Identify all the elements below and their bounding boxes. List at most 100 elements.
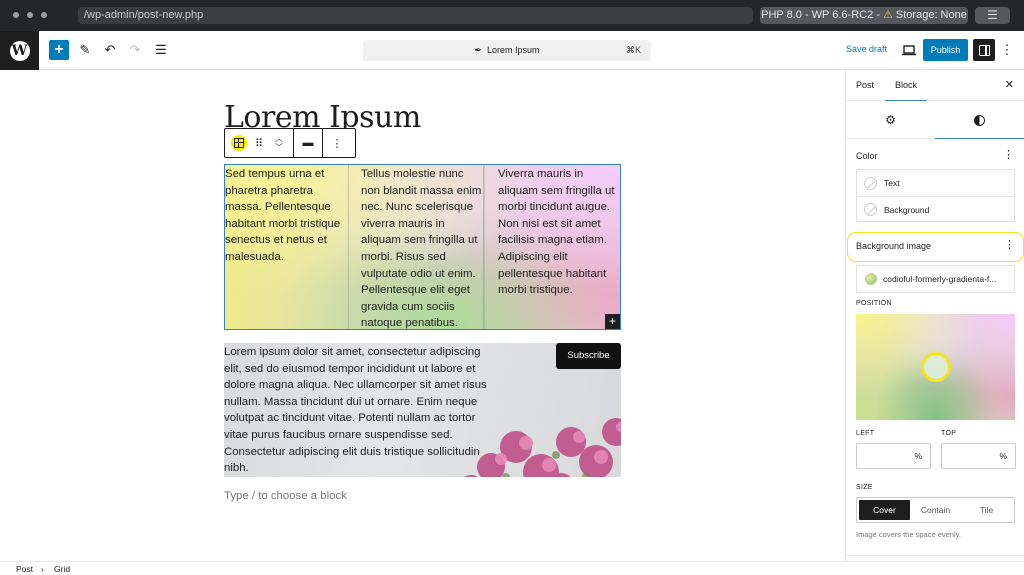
close-icon: ✕ xyxy=(1004,79,1014,91)
left-label: LEFT xyxy=(856,430,875,437)
color-panel-title: Color xyxy=(856,151,878,161)
publish-button[interactable]: Publish xyxy=(923,39,968,61)
tab-post[interactable]: Post xyxy=(856,70,874,101)
document-title: Lorem Ipsum xyxy=(487,45,540,55)
more-vertical-icon: ⋮ xyxy=(1003,149,1014,161)
environment-badge[interactable]: PHP 8.0 - WP 6.6-RC2 - ⚠ Storage: None xyxy=(760,7,968,24)
focal-point-picker[interactable] xyxy=(856,314,1015,420)
chevron-up-icon[interactable]: ︿ xyxy=(275,134,283,143)
size-help-text: Image covers the space evenly. xyxy=(856,530,961,539)
color-item-text[interactable]: Text xyxy=(857,170,1014,196)
breadcrumb-grid[interactable]: Grid xyxy=(54,564,70,574)
align-button[interactable]: ▬ xyxy=(298,131,318,155)
top-position-input[interactable]: % xyxy=(941,443,1016,469)
left-position-input[interactable]: % xyxy=(856,443,931,469)
editor-canvas: Lorem Ipsum ⠿ ︿ ﹀ ▬ ⋮ Sed tempus urna et… xyxy=(0,70,845,561)
undo-icon: ↶ xyxy=(104,42,116,57)
block-type-button[interactable] xyxy=(229,131,249,155)
more-vertical-icon: ⋮ xyxy=(1000,42,1014,57)
position-label: POSITION xyxy=(856,300,892,307)
sidebar-tabs: Post Block ✕ xyxy=(846,70,1024,101)
redo-button[interactable]: ↷ xyxy=(125,40,145,60)
size-option-cover[interactable]: Cover xyxy=(859,500,910,520)
block-mover[interactable]: ︿ ﹀ xyxy=(269,131,289,155)
chevron-right-icon: › xyxy=(41,564,44,574)
image-filename: codioful-formerly-gradienta-f... xyxy=(883,274,997,284)
background-image-file-button[interactable]: codioful-formerly-gradienta-f... xyxy=(856,265,1015,293)
undo-button[interactable]: ↶ xyxy=(100,40,120,60)
tab-block[interactable]: Block xyxy=(884,70,928,101)
tools-button[interactable]: ✎ xyxy=(75,40,95,60)
hamburger-menu-button[interactable]: ☰ xyxy=(975,7,1010,24)
focal-point-handle[interactable] xyxy=(920,352,951,382)
default-block-appender[interactable]: Type / to choose a block xyxy=(224,490,347,502)
cover-paragraph[interactable]: Lorem ipsum dolor sit amet, consectetur … xyxy=(224,344,489,477)
size-option-tile[interactable]: Tile xyxy=(961,500,1012,520)
chevron-down-icon[interactable]: ﹀ xyxy=(275,143,283,152)
gear-icon: ⚙ xyxy=(885,113,896,127)
url-bar[interactable]: /wp-admin/post-new.php xyxy=(78,7,753,24)
editor-toolbar: + ✎ ↶ ↷ ☰ ✒ Lorem Ipsum ⌘K Save draft Pu… xyxy=(39,31,1024,70)
more-vertical-icon[interactable]: ⋮ xyxy=(1004,238,1015,251)
window-controls[interactable] xyxy=(13,12,47,18)
warning-icon: ⚠ xyxy=(882,9,893,21)
percent-unit: % xyxy=(914,451,922,461)
tab-settings[interactable]: ⚙ xyxy=(846,101,935,139)
save-draft-button[interactable]: Save draft xyxy=(846,44,887,54)
cover-block[interactable]: Lorem ipsum dolor sit amet, consectetur … xyxy=(224,343,621,477)
paragraph[interactable]: Viverra mauris in aliquam sem fringilla … xyxy=(498,165,621,299)
block-toolbar: ⠿ ︿ ﹀ ▬ ⋮ xyxy=(224,128,356,158)
wordpress-icon: W xyxy=(9,40,30,61)
image-thumbnail xyxy=(865,273,877,285)
browser-bar: /wp-admin/post-new.php PHP 8.0 - WP 6.6-… xyxy=(0,0,1024,31)
top-label: TOP xyxy=(941,430,957,437)
close-sidebar-button[interactable]: ✕ xyxy=(1005,70,1014,101)
percent-unit: % xyxy=(999,451,1007,461)
subscribe-button[interactable]: Subscribe xyxy=(556,343,621,369)
more-vertical-icon: ⋮ xyxy=(331,137,343,150)
redo-icon: ↷ xyxy=(129,42,141,57)
list-view-button[interactable]: ☰ xyxy=(151,40,171,60)
quill-icon: ✒ xyxy=(474,45,482,55)
contrast-icon xyxy=(974,114,985,126)
list-view-icon: ☰ xyxy=(155,42,167,57)
color-item-background[interactable]: Background xyxy=(857,196,1014,222)
inspector-tabs: ⚙ xyxy=(846,101,1024,139)
grid-column[interactable]: Sed tempus urna et pharetra pharetra mas… xyxy=(225,165,348,329)
plus-icon: + xyxy=(608,314,616,328)
no-color-icon xyxy=(864,176,877,190)
grid-block[interactable]: Sed tempus urna et pharetra pharetra mas… xyxy=(224,164,621,330)
block-options-button[interactable]: ⋮ xyxy=(327,131,347,155)
background-image-panel-header[interactable]: Background image ⋮ xyxy=(847,232,1024,262)
sidebar-icon xyxy=(978,44,990,56)
block-inserter-button[interactable]: + xyxy=(49,40,69,60)
menu-icon: ☰ xyxy=(987,8,998,22)
size-label: SIZE xyxy=(856,484,873,491)
grid-add-block-button[interactable]: + xyxy=(605,314,620,329)
settings-sidebar: Post Block ✕ ⚙ Color ⋮ Text Background B… xyxy=(845,70,1024,561)
settings-toggle-button[interactable] xyxy=(973,39,995,61)
color-options-button[interactable]: ⋮ xyxy=(1003,148,1014,161)
grid-column[interactable]: Viverra mauris in aliquam sem fringilla … xyxy=(484,165,621,329)
pencil-icon: ✎ xyxy=(79,42,91,57)
grid-column[interactable]: Tellus molestie nunc non blandit massa e… xyxy=(348,165,484,329)
background-image-title: Background image xyxy=(856,241,932,251)
options-menu-button[interactable]: ⋮ xyxy=(999,40,1015,60)
size-option-contain[interactable]: Contain xyxy=(910,500,961,520)
align-full-icon: ▬ xyxy=(302,137,314,149)
laptop-icon xyxy=(902,45,916,56)
paragraph[interactable]: Tellus molestie nunc non blandit massa e… xyxy=(361,165,483,332)
breadcrumb-post[interactable]: Post xyxy=(16,564,33,574)
shortcut-hint: ⌘K xyxy=(625,45,641,55)
tab-styles[interactable] xyxy=(935,101,1024,139)
preview-button[interactable] xyxy=(901,41,917,59)
paragraph[interactable]: Sed tempus urna et pharetra pharetra mas… xyxy=(225,165,348,266)
block-breadcrumb: Post › Grid xyxy=(0,561,1024,575)
wordpress-logo-button[interactable]: W xyxy=(0,31,39,70)
drag-handle[interactable]: ⠿ xyxy=(249,131,269,155)
command-palette-button[interactable]: ✒ Lorem Ipsum ⌘K xyxy=(363,40,651,61)
plus-icon: + xyxy=(54,41,64,58)
drag-icon: ⠿ xyxy=(254,137,264,150)
color-list: Text Background xyxy=(856,169,1015,222)
divider xyxy=(846,555,1024,556)
